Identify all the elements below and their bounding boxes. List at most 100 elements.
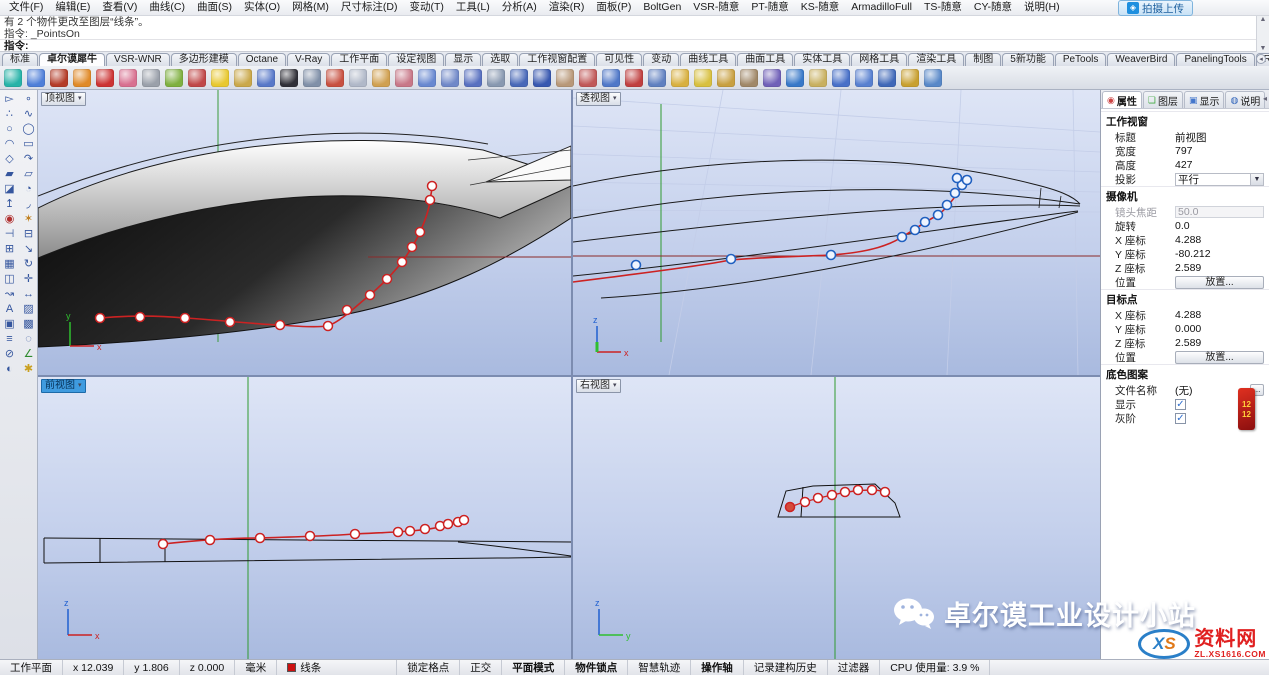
material-box-icon[interactable]: [50, 69, 68, 87]
menu-item[interactable]: 分析(A): [496, 0, 543, 15]
disc-icon[interactable]: [142, 69, 160, 87]
toolbar-tab[interactable]: 网格工具: [851, 53, 907, 66]
move-blue-icon[interactable]: [418, 69, 436, 87]
grid-blue-icon[interactable]: [257, 69, 275, 87]
toolbar-tab[interactable]: 可见性: [596, 53, 642, 66]
car-front-lines[interactable]: [44, 538, 571, 563]
lamp-icon[interactable]: [671, 69, 689, 87]
toolbar-tab[interactable]: VSR-WNR: [106, 53, 170, 66]
gumball-toggle[interactable]: 操作轴: [691, 660, 744, 675]
scroll-down-icon[interactable]: ▼: [1260, 45, 1267, 52]
toolbar-tab[interactable]: 多边形建模: [171, 53, 237, 66]
chevron-down-icon[interactable]: ▼: [1250, 174, 1263, 185]
front-view-canvas[interactable]: z x: [38, 377, 571, 659]
control-points-icon[interactable]: ∴: [1, 106, 18, 121]
boolean-icon[interactable]: ◉: [1, 211, 18, 226]
layer-state-icon[interactable]: ≡: [1, 331, 18, 346]
join-icon[interactable]: ⊞: [1, 241, 18, 256]
projection-dropdown[interactable]: 平行 ▼: [1175, 173, 1264, 186]
ring-icon[interactable]: [349, 69, 367, 87]
extrude-icon[interactable]: ↥: [1, 196, 18, 211]
menu-item[interactable]: 说明(H): [1018, 0, 1066, 15]
perspective-view-canvas[interactable]: z x: [573, 90, 1100, 375]
toolbar-tab[interactable]: 曲面工具: [737, 53, 793, 66]
toolbar-tab[interactable]: V-Ray: [287, 53, 330, 66]
hatch-icon[interactable]: ▨: [20, 301, 37, 316]
toolbar-tab[interactable]: 渲染工具: [908, 53, 964, 66]
render-preview-icon[interactable]: ◐: [1, 361, 18, 376]
filter-toggle[interactable]: 过滤器: [828, 660, 881, 675]
menu-item[interactable]: 实体(O): [238, 0, 286, 15]
coord-z[interactable]: z 0.000: [180, 660, 235, 675]
checkerboard-icon[interactable]: [280, 69, 298, 87]
property-row[interactable]: Y 座标0.000: [1101, 322, 1269, 336]
window3-icon[interactable]: [878, 69, 896, 87]
viewport-label-top[interactable]: 顶视图▾: [41, 92, 86, 106]
viewport-label-perspective[interactable]: 透视图▾: [576, 92, 621, 106]
mirror-icon[interactable]: ◫: [1, 271, 18, 286]
viewport-menu-icon[interactable]: ▾: [613, 380, 617, 392]
rotate-icon[interactable]: ↻: [20, 256, 37, 271]
viewport-menu-icon[interactable]: ▾: [613, 93, 617, 105]
hide-icon[interactable]: ◌: [20, 331, 37, 346]
viewport-menu-icon[interactable]: ▾: [78, 93, 82, 105]
menu-item[interactable]: 编辑(E): [49, 0, 96, 15]
cplane-button[interactable]: 工作平面: [0, 660, 63, 675]
toolbar-tab[interactable]: Octane: [238, 53, 286, 66]
viewport-menu-icon[interactable]: ▾: [78, 380, 82, 392]
toolbar-tab[interactable]: 变动: [643, 53, 679, 66]
target-place-button[interactable]: 放置...: [1175, 351, 1264, 364]
settings-icon[interactable]: ✱: [20, 361, 37, 376]
arc-icon[interactable]: ◠: [1, 136, 18, 151]
scale-icon[interactable]: ↘: [20, 241, 37, 256]
circle-red-icon[interactable]: [326, 69, 344, 87]
polygon-icon[interactable]: ◇: [1, 151, 18, 166]
layers-color-icon[interactable]: [901, 69, 919, 87]
curve-control-points[interactable]: [159, 516, 469, 549]
tab-options-icon[interactable]: ◂: [1256, 54, 1266, 64]
grayscale-checkbox[interactable]: ✓: [1175, 413, 1186, 424]
dimension-icon[interactable]: ↔: [20, 286, 37, 301]
text-icon[interactable]: A: [1, 301, 18, 316]
arc-tool-icon[interactable]: [717, 69, 735, 87]
cpu-usage[interactable]: CPU 使用量: 3.9 %: [880, 660, 990, 675]
scroll-up-icon[interactable]: ▲: [1260, 16, 1267, 23]
toolbar-tab[interactable]: 工作平面: [331, 53, 387, 66]
history-toggle[interactable]: 记录建构历史: [744, 660, 828, 675]
menu-item[interactable]: 文件(F): [3, 0, 49, 15]
panel-options-icon[interactable]: ◂: [1263, 94, 1267, 103]
property-row[interactable]: Z 座标2.589: [1101, 336, 1269, 350]
loft-icon[interactable]: ▱: [20, 166, 37, 181]
dots-grid-icon[interactable]: [487, 69, 505, 87]
curve-control-points[interactable]: [786, 486, 890, 512]
toolbar-tab[interactable]: 5新功能: [1002, 53, 1054, 66]
gem2-icon[interactable]: [763, 69, 781, 87]
toolbar-tab[interactable]: 设定视图: [388, 53, 444, 66]
viewport-front[interactable]: z x 前视图▾: [38, 377, 571, 659]
array-grid-icon[interactable]: [510, 69, 528, 87]
gumball-icon[interactable]: [579, 69, 597, 87]
coord-x[interactable]: x 12.039: [63, 660, 124, 675]
right-view-canvas[interactable]: z y: [573, 377, 1100, 659]
gradient-icon[interactable]: [211, 69, 229, 87]
menu-item[interactable]: VSR-随意: [687, 0, 745, 15]
sphere-shiny-icon[interactable]: [533, 69, 551, 87]
shell-icon[interactable]: [4, 69, 22, 87]
viewport-top[interactable]: y x 顶视图▾: [38, 90, 571, 375]
sweep-icon[interactable]: ◪: [1, 181, 18, 196]
menu-item[interactable]: PT-随意: [745, 0, 794, 15]
checker-red-icon[interactable]: [96, 69, 114, 87]
toolbar-tab[interactable]: 实体工具: [794, 53, 850, 66]
capture-upload-button[interactable]: ◈ 拍摄上传: [1118, 0, 1193, 16]
command-prompt[interactable]: 指令:: [0, 40, 1269, 52]
property-row[interactable]: X 座标4.288: [1101, 308, 1269, 322]
toolbar-tab[interactable]: 选取: [482, 53, 518, 66]
property-row[interactable]: X 座标4.288: [1101, 233, 1269, 247]
menu-item[interactable]: TS-随意: [918, 0, 968, 15]
toolbox-icon[interactable]: [809, 69, 827, 87]
layer-pane[interactable]: 线条: [277, 660, 397, 675]
menu-item[interactable]: 面板(P): [590, 0, 637, 15]
panel-tab-properties[interactable]: ◉ 属性: [1102, 91, 1142, 108]
coord-y[interactable]: y 1.806: [124, 660, 179, 675]
camera-place-button[interactable]: 放置...: [1175, 276, 1264, 289]
